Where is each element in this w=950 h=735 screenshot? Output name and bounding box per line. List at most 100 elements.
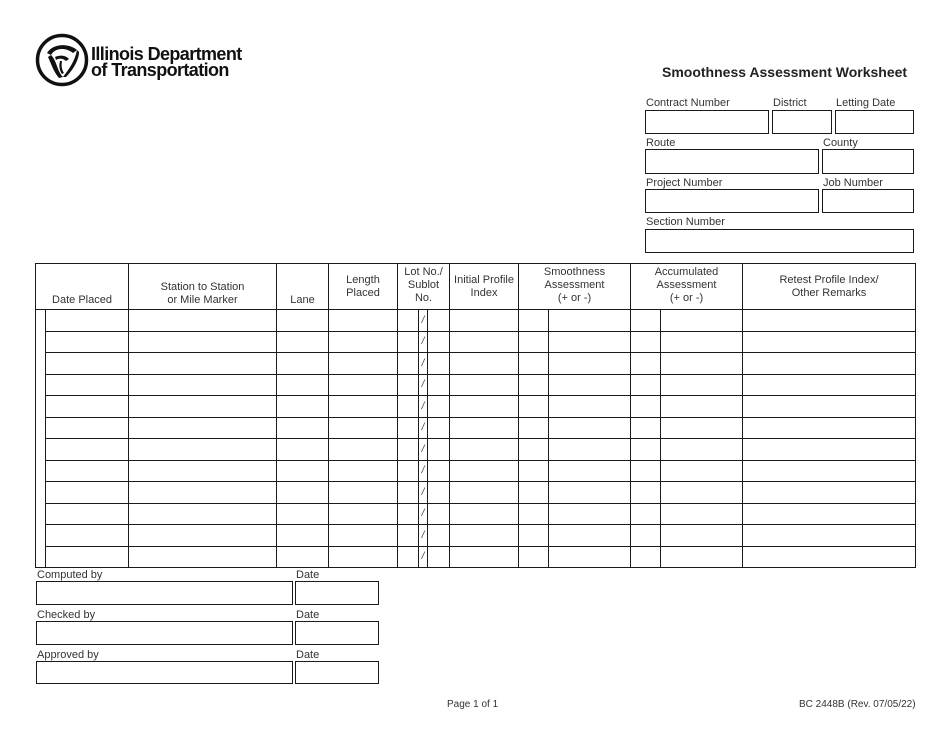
length-placed-cell[interactable]: [328, 545, 398, 568]
lot-cell[interactable]: [397, 352, 419, 375]
smoothness-sign-cell[interactable]: [518, 330, 549, 353]
ipi-cell[interactable]: [449, 352, 519, 375]
smoothness-sign-cell[interactable]: [518, 545, 549, 568]
length-placed-cell[interactable]: [328, 373, 398, 396]
station-cell[interactable]: [128, 416, 277, 439]
smoothness-sign-cell[interactable]: [518, 395, 549, 418]
lane-cell[interactable]: [276, 330, 329, 353]
lot-cell[interactable]: [397, 502, 419, 525]
date-placed-cell[interactable]: [45, 524, 129, 547]
smoothness-value-cell[interactable]: [548, 416, 631, 439]
lot-cell[interactable]: [397, 524, 419, 547]
accumulated-sign-cell[interactable]: [630, 330, 661, 353]
remarks-cell[interactable]: [742, 309, 916, 332]
date-placed-cell[interactable]: [45, 502, 129, 525]
accumulated-value-cell[interactable]: [660, 502, 743, 525]
accumulated-sign-cell[interactable]: [630, 524, 661, 547]
date-placed-cell[interactable]: [45, 330, 129, 353]
section-number-field[interactable]: [645, 229, 914, 253]
smoothness-sign-cell[interactable]: [518, 416, 549, 439]
accumulated-sign-cell[interactable]: [630, 309, 661, 332]
ipi-cell[interactable]: [449, 459, 519, 482]
lot-cell[interactable]: [397, 438, 419, 461]
accumulated-value-cell[interactable]: [660, 373, 743, 396]
ipi-cell[interactable]: [449, 309, 519, 332]
smoothness-value-cell[interactable]: [548, 524, 631, 547]
ipi-cell[interactable]: [449, 373, 519, 396]
sublot-cell[interactable]: [427, 373, 450, 396]
station-cell[interactable]: [128, 309, 277, 332]
lot-cell[interactable]: [397, 373, 419, 396]
lot-cell[interactable]: [397, 545, 419, 568]
letting-date-field[interactable]: [835, 110, 914, 134]
accumulated-value-cell[interactable]: [660, 395, 743, 418]
accumulated-sign-cell[interactable]: [630, 481, 661, 504]
length-placed-cell[interactable]: [328, 524, 398, 547]
date-placed-cell[interactable]: [45, 459, 129, 482]
accumulated-value-cell[interactable]: [660, 330, 743, 353]
length-placed-cell[interactable]: [328, 352, 398, 375]
accumulated-sign-cell[interactable]: [630, 502, 661, 525]
accumulated-value-cell[interactable]: [660, 481, 743, 504]
accumulated-sign-cell[interactable]: [630, 416, 661, 439]
computed-by-field[interactable]: [36, 581, 293, 605]
sublot-cell[interactable]: [427, 481, 450, 504]
smoothness-sign-cell[interactable]: [518, 352, 549, 375]
accumulated-value-cell[interactable]: [660, 438, 743, 461]
date-placed-cell[interactable]: [45, 481, 129, 504]
smoothness-sign-cell[interactable]: [518, 438, 549, 461]
lane-cell[interactable]: [276, 373, 329, 396]
station-cell[interactable]: [128, 373, 277, 396]
smoothness-value-cell[interactable]: [548, 309, 631, 332]
checked-by-field[interactable]: [36, 621, 293, 645]
smoothness-value-cell[interactable]: [548, 502, 631, 525]
sublot-cell[interactable]: [427, 524, 450, 547]
date-placed-cell[interactable]: [45, 352, 129, 375]
ipi-cell[interactable]: [449, 438, 519, 461]
remarks-cell[interactable]: [742, 352, 916, 375]
lane-cell[interactable]: [276, 438, 329, 461]
smoothness-value-cell[interactable]: [548, 395, 631, 418]
lot-cell[interactable]: [397, 330, 419, 353]
smoothness-value-cell[interactable]: [548, 373, 631, 396]
ipi-cell[interactable]: [449, 330, 519, 353]
ipi-cell[interactable]: [449, 481, 519, 504]
lot-cell[interactable]: [397, 459, 419, 482]
sublot-cell[interactable]: [427, 395, 450, 418]
project-number-field[interactable]: [645, 189, 819, 213]
lane-cell[interactable]: [276, 459, 329, 482]
date-placed-cell[interactable]: [45, 395, 129, 418]
smoothness-sign-cell[interactable]: [518, 309, 549, 332]
accumulated-value-cell[interactable]: [660, 524, 743, 547]
sublot-cell[interactable]: [427, 502, 450, 525]
date-placed-cell[interactable]: [45, 545, 129, 568]
remarks-cell[interactable]: [742, 330, 916, 353]
smoothness-value-cell[interactable]: [548, 545, 631, 568]
accumulated-value-cell[interactable]: [660, 459, 743, 482]
accumulated-sign-cell[interactable]: [630, 352, 661, 375]
length-placed-cell[interactable]: [328, 309, 398, 332]
length-placed-cell[interactable]: [328, 481, 398, 504]
lane-cell[interactable]: [276, 502, 329, 525]
date-placed-cell[interactable]: [45, 416, 129, 439]
lane-cell[interactable]: [276, 416, 329, 439]
accumulated-sign-cell[interactable]: [630, 373, 661, 396]
smoothness-value-cell[interactable]: [548, 352, 631, 375]
sublot-cell[interactable]: [427, 352, 450, 375]
remarks-cell[interactable]: [742, 459, 916, 482]
job-number-field[interactable]: [822, 189, 914, 213]
smoothness-value-cell[interactable]: [548, 438, 631, 461]
smoothness-sign-cell[interactable]: [518, 502, 549, 525]
smoothness-sign-cell[interactable]: [518, 373, 549, 396]
remarks-cell[interactable]: [742, 416, 916, 439]
accumulated-sign-cell[interactable]: [630, 459, 661, 482]
accumulated-value-cell[interactable]: [660, 352, 743, 375]
sublot-cell[interactable]: [427, 309, 450, 332]
station-cell[interactable]: [128, 524, 277, 547]
length-placed-cell[interactable]: [328, 438, 398, 461]
remarks-cell[interactable]: [742, 502, 916, 525]
accumulated-sign-cell[interactable]: [630, 395, 661, 418]
station-cell[interactable]: [128, 502, 277, 525]
length-placed-cell[interactable]: [328, 416, 398, 439]
remarks-cell[interactable]: [742, 373, 916, 396]
